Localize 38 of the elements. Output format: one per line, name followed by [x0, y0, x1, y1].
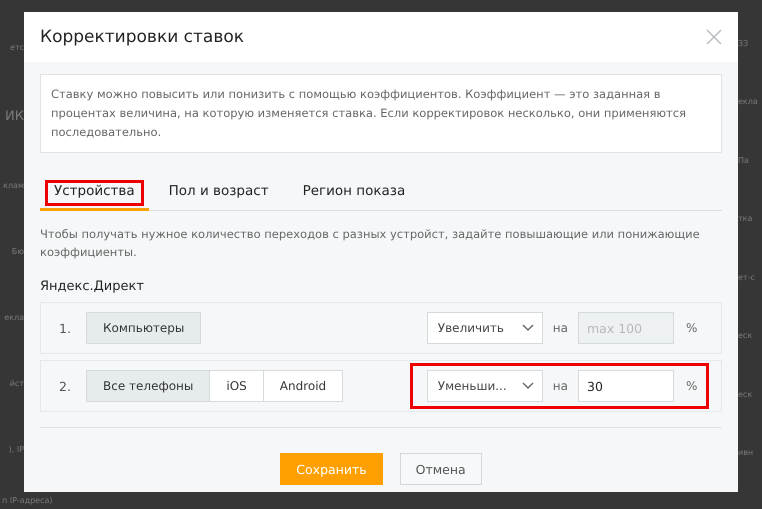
tab[interactable]: Регион показа: [288, 175, 420, 211]
background-text: еск: [738, 331, 752, 340]
background-text: ), IP: [8, 444, 24, 454]
background-text: п IP-адреса): [2, 496, 53, 505]
device-toggle[interactable]: Android: [262, 370, 344, 402]
action-dropdown[interactable]: Уменьши...: [426, 370, 543, 402]
background-text: екла: [738, 97, 758, 106]
background-text: ивн: [738, 448, 754, 458]
background-text: екла: [4, 312, 24, 322]
chevron-down-icon: [522, 382, 534, 390]
by-label: на: [552, 379, 568, 393]
section-title: Яндекс.Директ: [40, 279, 145, 294]
background-text: еск: [738, 390, 752, 399]
chevron-down-icon: [522, 324, 534, 332]
background-text: Па: [738, 156, 749, 165]
background-text: клам: [3, 180, 24, 190]
close-icon[interactable]: [706, 29, 722, 45]
row-number: 2.: [59, 378, 72, 394]
by-label: на: [552, 321, 568, 335]
percent-field[interactable]: 30: [578, 370, 674, 402]
tab[interactable]: Пол и возраст: [154, 175, 283, 211]
percent-sign: %: [686, 379, 698, 393]
cancel-button[interactable]: Отмена: [400, 453, 482, 485]
background-text: ет-с: [738, 272, 755, 282]
row-number: 1.: [59, 320, 72, 336]
device-toggle[interactable]: iOS: [209, 370, 264, 402]
background-text: Бю: [12, 246, 24, 256]
background-text: тка: [738, 214, 752, 224]
percent-sign: %: [686, 321, 698, 335]
dialog-title: Корректировки ставок: [40, 27, 244, 47]
tab[interactable]: Устройства: [40, 175, 149, 211]
hint-text: Чтобы получать нужное количество переходов с разных устройст, задайте повышающие или понижающие коэффициенты.: [40, 226, 701, 261]
background-text: ЗЗ: [738, 38, 748, 48]
background-text: йст: [10, 378, 24, 388]
device-toggle[interactable]: Все телефоны: [86, 370, 210, 402]
info-text: Ставку можно повысить или понизить с помощью коэффициентов. Коэффициент — это заданная в процентах величина, на которую изменяется ставка. Если корректировок несколько, они применяются последовательно.: [40, 74, 722, 153]
background-text: етс: [10, 42, 24, 52]
background-text: ИК: [5, 108, 24, 124]
